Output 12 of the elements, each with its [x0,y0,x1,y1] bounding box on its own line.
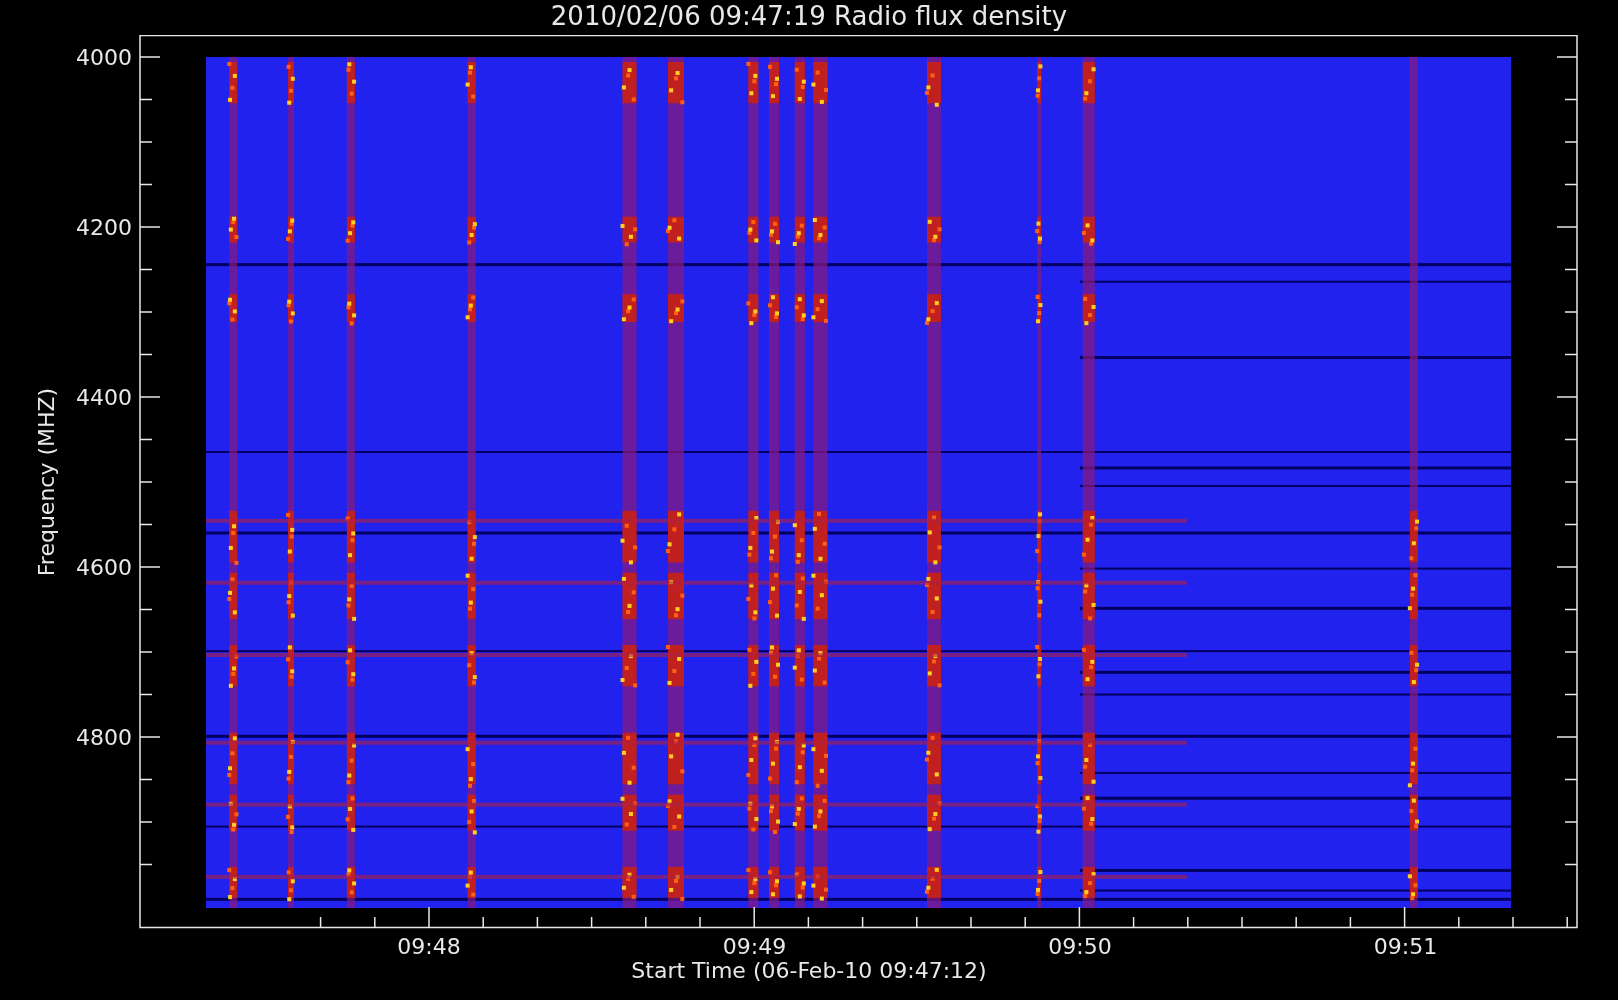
x-tick-label: 09:51 [1373,934,1438,959]
y-tick-label: 4800 [76,725,132,750]
y-tick-label: 4600 [76,555,132,580]
y-axis-label: Frequency (MHZ) [34,387,59,577]
y-tick-label: 4200 [76,215,132,240]
y-tick-label: 4000 [76,45,132,70]
plot-title: 2010/02/06 09:47:19 Radio flux density [550,0,1068,33]
y-tick-label: 4400 [76,385,132,410]
x-tick-label: 09:50 [1048,934,1112,959]
x-tick-label: 09:48 [397,934,461,959]
x-axis-label: Start Time (06-Feb-10 09:47:12) [631,958,987,984]
x-tick-label: 09:49 [722,934,787,959]
